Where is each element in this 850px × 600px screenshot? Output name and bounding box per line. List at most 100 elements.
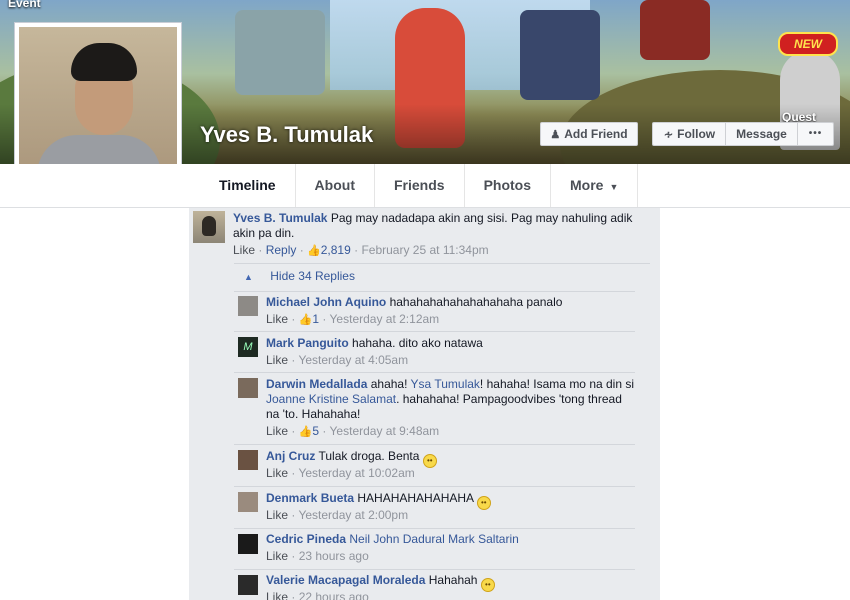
avatar[interactable]: [238, 534, 258, 554]
divider: [234, 291, 635, 292]
divider: [234, 444, 635, 445]
profile-photo: [19, 27, 177, 183]
avatar[interactable]: [193, 211, 225, 243]
divider: [234, 528, 635, 529]
avatar[interactable]: [238, 575, 258, 595]
reply-link[interactable]: Reply: [266, 243, 297, 257]
comment-meta: Like · 23 hours ago: [266, 549, 369, 563]
tab-label: Timeline: [219, 177, 276, 193]
reply-comment: Darwin Medallada ahaha! Ysa Tumulak! hah…: [266, 377, 638, 422]
chevron-down-icon: ▼: [609, 182, 619, 192]
reply-comment: Cedric Pineda Neil John Dadural Mark Sal…: [266, 532, 638, 547]
comment-author[interactable]: Anj Cruz: [266, 449, 315, 463]
comment-time[interactable]: Yesterday at 9:48am: [330, 424, 440, 438]
like-count[interactable]: 1: [312, 312, 319, 326]
avatar[interactable]: [238, 492, 258, 512]
mention-link[interactable]: Joanne Kristine Salamat: [266, 392, 396, 406]
rss-icon: ∻: [663, 129, 674, 141]
comment-time[interactable]: Yesterday at 2:00pm: [298, 508, 408, 522]
comment-meta: Like · Reply · 👍2,819 · February 25 at 1…: [233, 243, 489, 257]
more-options-button[interactable]: •••: [797, 122, 834, 146]
comment-text: Tulak droga. Benta: [318, 449, 420, 463]
like-link[interactable]: Like: [266, 508, 288, 522]
like-link[interactable]: Like: [266, 549, 288, 563]
like-count[interactable]: 2,819: [321, 243, 351, 257]
comment-text: hahaha. dito ako natawa: [352, 336, 483, 350]
comment-author[interactable]: Mark Panguito: [266, 336, 349, 350]
follow-label: Follow: [677, 127, 716, 141]
comment-time[interactable]: Yesterday at 4:05am: [298, 353, 408, 367]
comment-time[interactable]: 22 hours ago: [299, 590, 369, 600]
cover-event-text: Event: [8, 0, 41, 10]
reply-comment: Michael John Aquino hahahahahahahahahaha…: [266, 295, 638, 310]
reply-comment: Mark Panguito hahaha. dito ako natawa: [266, 336, 638, 351]
comment-time[interactable]: Yesterday at 10:02am: [298, 466, 414, 480]
tab-about[interactable]: About: [296, 164, 375, 207]
hide-replies-link[interactable]: Hide 34 Replies: [270, 269, 355, 283]
comment-time[interactable]: February 25 at 11:34pm: [361, 243, 488, 257]
comment-author[interactable]: Yves B. Tumulak: [233, 211, 327, 225]
tab-photos[interactable]: Photos: [465, 164, 552, 207]
comment-meta: Like · 👍5 · Yesterday at 9:48am: [266, 424, 440, 438]
add-friend-button[interactable]: ♟ Add Friend: [540, 122, 638, 146]
comment-text: ! hahaha! Isama mo na din si: [479, 377, 635, 391]
cover-new-badge: NEW: [778, 32, 838, 56]
comment-author[interactable]: Darwin Medallada: [266, 377, 367, 391]
tab-more[interactable]: More ▼: [551, 164, 639, 207]
mention-link[interactable]: Neil John Dadural Mark Saltarin: [349, 532, 518, 546]
thumbs-up-icon: 👍: [298, 426, 313, 438]
cover-character: [520, 10, 600, 100]
like-link[interactable]: Like: [266, 466, 288, 480]
comment-meta: Like · 👍1 · Yesterday at 2:12am: [266, 312, 440, 326]
message-label: Message: [736, 127, 787, 141]
like-link[interactable]: Like: [266, 312, 288, 326]
tab-timeline[interactable]: Timeline: [200, 164, 296, 207]
divider: [234, 486, 635, 487]
divider: [234, 331, 635, 332]
like-count[interactable]: 5: [312, 424, 319, 438]
comment-author[interactable]: Denmark Bueta: [266, 491, 354, 505]
avatar[interactable]: [238, 378, 258, 398]
like-link[interactable]: Like: [233, 243, 255, 257]
comment-meta: Like · 22 hours ago: [266, 590, 638, 600]
hide-replies[interactable]: ▲ Hide 34 Replies: [244, 269, 616, 285]
main-comment: Yves B. Tumulak Pag may nadadapa akin an…: [233, 211, 643, 241]
avatar[interactable]: M: [238, 337, 258, 357]
comment-author[interactable]: Cedric Pineda: [266, 532, 346, 546]
divider: [234, 263, 650, 264]
thumbs-up-icon: 👍: [298, 314, 313, 326]
profile-name[interactable]: Yves B. Tumulak: [200, 122, 373, 148]
comment-thread: Yves B. Tumulak Pag may nadadapa akin an…: [189, 208, 660, 600]
add-friend-label: Add Friend: [564, 127, 628, 141]
tab-label: Friends: [393, 177, 445, 193]
like-link[interactable]: Like: [266, 353, 288, 367]
tab-label: Photos: [483, 177, 532, 193]
avatar[interactable]: [238, 450, 258, 470]
like-link[interactable]: Like: [266, 424, 288, 438]
divider: [234, 372, 635, 373]
comment-author[interactable]: Valerie Macapagal Moraleda: [266, 573, 425, 587]
comment-time[interactable]: Yesterday at 2:12am: [330, 312, 440, 326]
tab-friends[interactable]: Friends: [375, 164, 465, 207]
comment-time[interactable]: 23 hours ago: [299, 549, 369, 563]
comment-text: ahaha!: [370, 377, 408, 391]
follow-button[interactable]: ∻ Follow: [652, 122, 726, 146]
message-button[interactable]: Message: [725, 122, 798, 146]
divider: [234, 569, 635, 570]
comment-meta: Like · Yesterday at 4:05am: [266, 353, 409, 367]
chevron-up-icon: ▲: [244, 272, 253, 282]
comment-meta: Like · Yesterday at 10:02am: [266, 466, 415, 480]
comment-text: HAHAHAHAHAHAHA: [357, 491, 474, 505]
cover-character: [640, 0, 710, 60]
photo-hair: [71, 43, 137, 81]
like-link[interactable]: Like: [266, 590, 288, 600]
profile-tabs: Timeline About Friends Photos More ▼: [200, 164, 639, 207]
comment-meta: Like · Yesterday at 2:00pm: [266, 508, 409, 522]
cover-character: [235, 10, 325, 95]
comment-text: Hahahah: [428, 573, 478, 587]
comment-author[interactable]: Michael John Aquino: [266, 295, 386, 309]
mention-link[interactable]: Ysa Tumulak: [411, 377, 480, 391]
avatar[interactable]: [238, 296, 258, 316]
tab-label: About: [314, 177, 355, 193]
comment-text: hahahahahahahahahaha panalo: [389, 295, 563, 309]
